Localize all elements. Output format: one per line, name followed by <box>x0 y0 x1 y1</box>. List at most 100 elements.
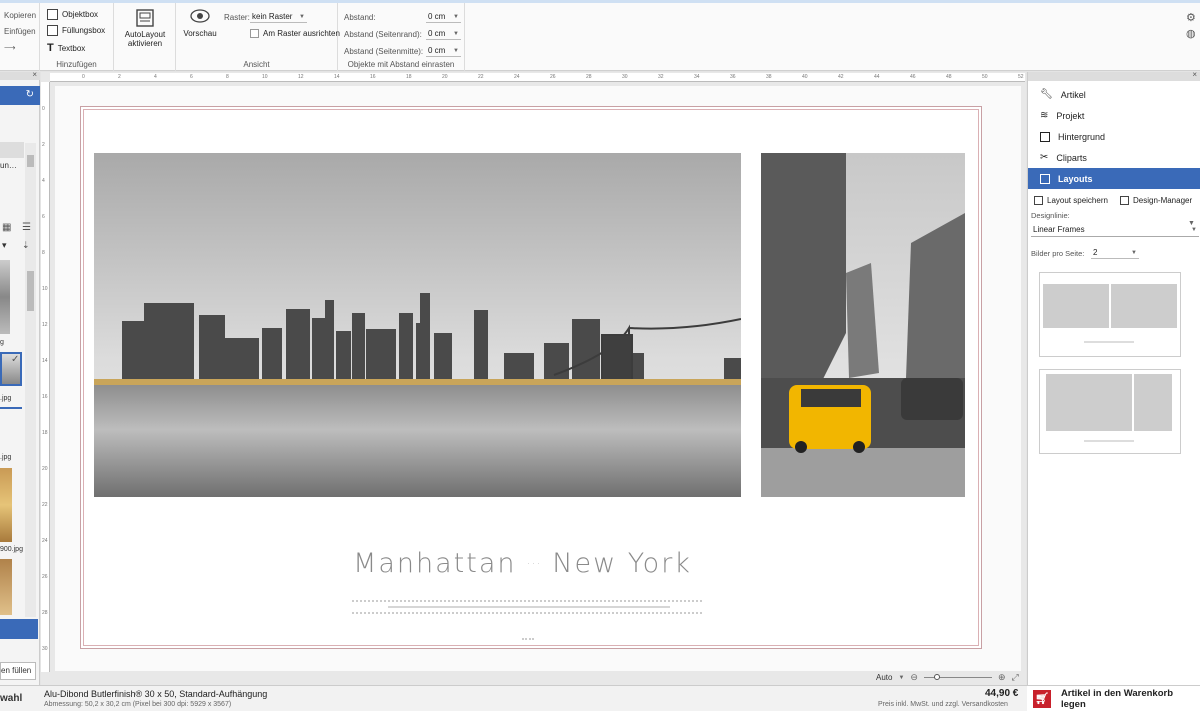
ruler-tick: 28 <box>42 610 48 616</box>
chevron-down-icon: ▼ <box>453 30 459 37</box>
zoom-slider-thumb[interactable] <box>933 674 940 680</box>
ruler-tick: 22 <box>478 74 484 80</box>
scrollbar-thumb[interactable] <box>27 271 34 311</box>
file-label-4: 900.jpg <box>0 546 23 553</box>
file-label-3: .jpg <box>0 454 12 461</box>
ribbon-toolbar: Kopieren Einfügen ⟶ Objektbox Füllungsbo… <box>0 0 1200 71</box>
preview-button[interactable]: Vorschau <box>180 9 220 38</box>
title-right: New York <box>552 548 692 579</box>
globe-icon[interactable]: ◍ <box>1186 27 1196 40</box>
object-box-button[interactable]: Objektbox <box>47 9 98 20</box>
chevron-down-icon[interactable]: ▼ <box>898 675 904 681</box>
save-icon <box>1034 196 1043 205</box>
ruler-tick: 20 <box>42 466 48 472</box>
ruler-tick: 44 <box>874 74 880 80</box>
spacing-select[interactable]: 0 cm ▼ <box>426 11 461 23</box>
ruler-tick: 4 <box>154 74 157 80</box>
autolayout-group: AutoLayout aktivieren <box>114 3 176 71</box>
paste-button[interactable]: Einfügen <box>4 27 36 36</box>
zoom-controls: Auto ▼ ⊖ ⊕ ⤢ <box>876 672 1019 683</box>
object-box-icon <box>47 9 58 20</box>
design-manager-button[interactable]: Design-Manager <box>1120 196 1192 205</box>
zoom-mode-select[interactable]: Auto <box>876 673 892 682</box>
thumbnail-warm-2[interactable] <box>0 559 12 615</box>
add-group: Objektbox Füllungsbox T Textbox Hinzufüg… <box>40 3 114 71</box>
layout-cell <box>1043 284 1109 328</box>
center-spacing-select[interactable]: 0 cm ▼ <box>426 45 461 57</box>
right-panel-header: × <box>1028 70 1200 81</box>
image-scrollbar[interactable] <box>25 259 36 617</box>
ruler-tick: 18 <box>406 74 412 80</box>
edge-spacing-label: Abstand (Seitenrand): <box>344 30 422 39</box>
view-group-title: Ansicht <box>243 60 270 69</box>
nav-artikel[interactable]: 🔧︎ Artikel <box>1028 84 1200 105</box>
text-box-button[interactable]: T Textbox <box>47 42 85 54</box>
copy-button[interactable]: Kopieren <box>4 11 36 20</box>
design-manager-icon <box>1120 196 1129 205</box>
ruler-tick: 16 <box>42 394 48 400</box>
photo-frame-taxi[interactable] <box>761 153 965 497</box>
ruler-tick: 46 <box>910 74 916 80</box>
refresh-icon[interactable]: ↻ <box>26 89 34 100</box>
ruler-tick: 50 <box>982 74 988 80</box>
chevron-down-icon: ▼ <box>453 13 459 20</box>
close-icon[interactable]: × <box>1192 70 1197 79</box>
sort-order-icon[interactable]: ⇣ <box>22 240 30 251</box>
page-title-text[interactable]: Manhattan ··· New York <box>300 548 745 579</box>
fit-to-screen-icon[interactable]: ⤢ <box>1012 672 1019 683</box>
edge-spacing-select[interactable]: 0 cm ▼ <box>426 28 461 40</box>
grid-select[interactable]: kein Raster ▼ <box>250 11 307 23</box>
list-view-icon[interactable]: ☰ <box>22 222 31 233</box>
ruler-tick: 24 <box>42 538 48 544</box>
title-separator: ··· <box>527 559 542 570</box>
ruler-tick: 36 <box>730 74 736 80</box>
checkbox-icon <box>250 29 259 38</box>
price-note: Preis inkl. MwSt. und zzgl. Versandkoste… <box>878 701 1008 708</box>
zoom-slider[interactable] <box>923 674 992 680</box>
page-handle[interactable] <box>522 638 534 640</box>
zoom-out-icon[interactable]: ⊖ <box>910 672 918 683</box>
autolayout-button[interactable]: AutoLayout aktivieren <box>114 7 176 48</box>
wrench-icon: 🔧︎ <box>1040 89 1053 100</box>
snap-to-grid-checkbox[interactable]: Am Raster ausrichten <box>250 29 340 38</box>
images-per-page-select[interactable]: 2 ▼ <box>1091 247 1139 259</box>
zoom-in-icon[interactable]: ⊕ <box>998 672 1006 683</box>
nav-cliparts[interactable]: ✂ Cliparts <box>1028 147 1200 168</box>
layout-caption-line <box>1084 440 1134 442</box>
nav-layouts[interactable]: Layouts <box>1028 168 1200 189</box>
nav-projekt[interactable]: ≋ Projekt <box>1028 105 1200 126</box>
cart-icon: 🛒︎ <box>1033 689 1051 708</box>
scrollbar-thumb[interactable] <box>27 155 34 167</box>
ruler-tick: 18 <box>42 430 48 436</box>
taxi-photo <box>761 153 965 497</box>
chevron-down-icon[interactable]: ▼ <box>1188 220 1198 234</box>
apply-bar[interactable] <box>0 619 38 639</box>
thumbnail-warm-1[interactable] <box>0 468 12 542</box>
layout-thumbnail-2[interactable] <box>1039 369 1181 454</box>
ruler-tick: 28 <box>586 74 592 80</box>
thumbnail-skyline[interactable] <box>0 260 10 334</box>
folder-item-selected[interactable] <box>0 142 24 158</box>
photo-frame-skyline[interactable] <box>94 153 741 497</box>
left-panel-titlebar: ↻ <box>0 86 40 105</box>
save-layout-button[interactable]: Layout speichern <box>1034 196 1108 205</box>
add-group-title: Hinzufügen <box>56 60 97 69</box>
spacing-group-title: Objekte mit Abstand einrasten <box>347 60 455 69</box>
folder-item-label[interactable]: un… <box>0 161 17 170</box>
fill-button[interactable]: en füllen <box>0 662 36 680</box>
settings-gear-icon[interactable]: ⚙ <box>1186 11 1196 24</box>
add-to-cart-button[interactable]: 🛒︎ Artikel in den Warenkorb legen <box>1027 686 1200 711</box>
sort-icon[interactable]: ▾ <box>2 240 7 251</box>
ruler-tick: 48 <box>946 74 952 80</box>
layout-thumbnail-1[interactable] <box>1039 272 1181 357</box>
ruler-tick: 20 <box>442 74 448 80</box>
cut-icon[interactable]: ⟶ <box>4 43 15 52</box>
background-icon <box>1040 131 1050 142</box>
fill-box-button[interactable]: Füllungsbox <box>47 25 105 36</box>
close-icon[interactable]: × <box>32 70 37 79</box>
grid-label: Raster: <box>224 13 250 22</box>
design-line-select[interactable]: Linear Frames ▼ <box>1031 223 1199 237</box>
layout-cell <box>1046 374 1132 431</box>
grid-view-icon[interactable]: ▦ <box>2 222 11 233</box>
nav-hintergrund[interactable]: Hintergrund <box>1028 126 1200 147</box>
